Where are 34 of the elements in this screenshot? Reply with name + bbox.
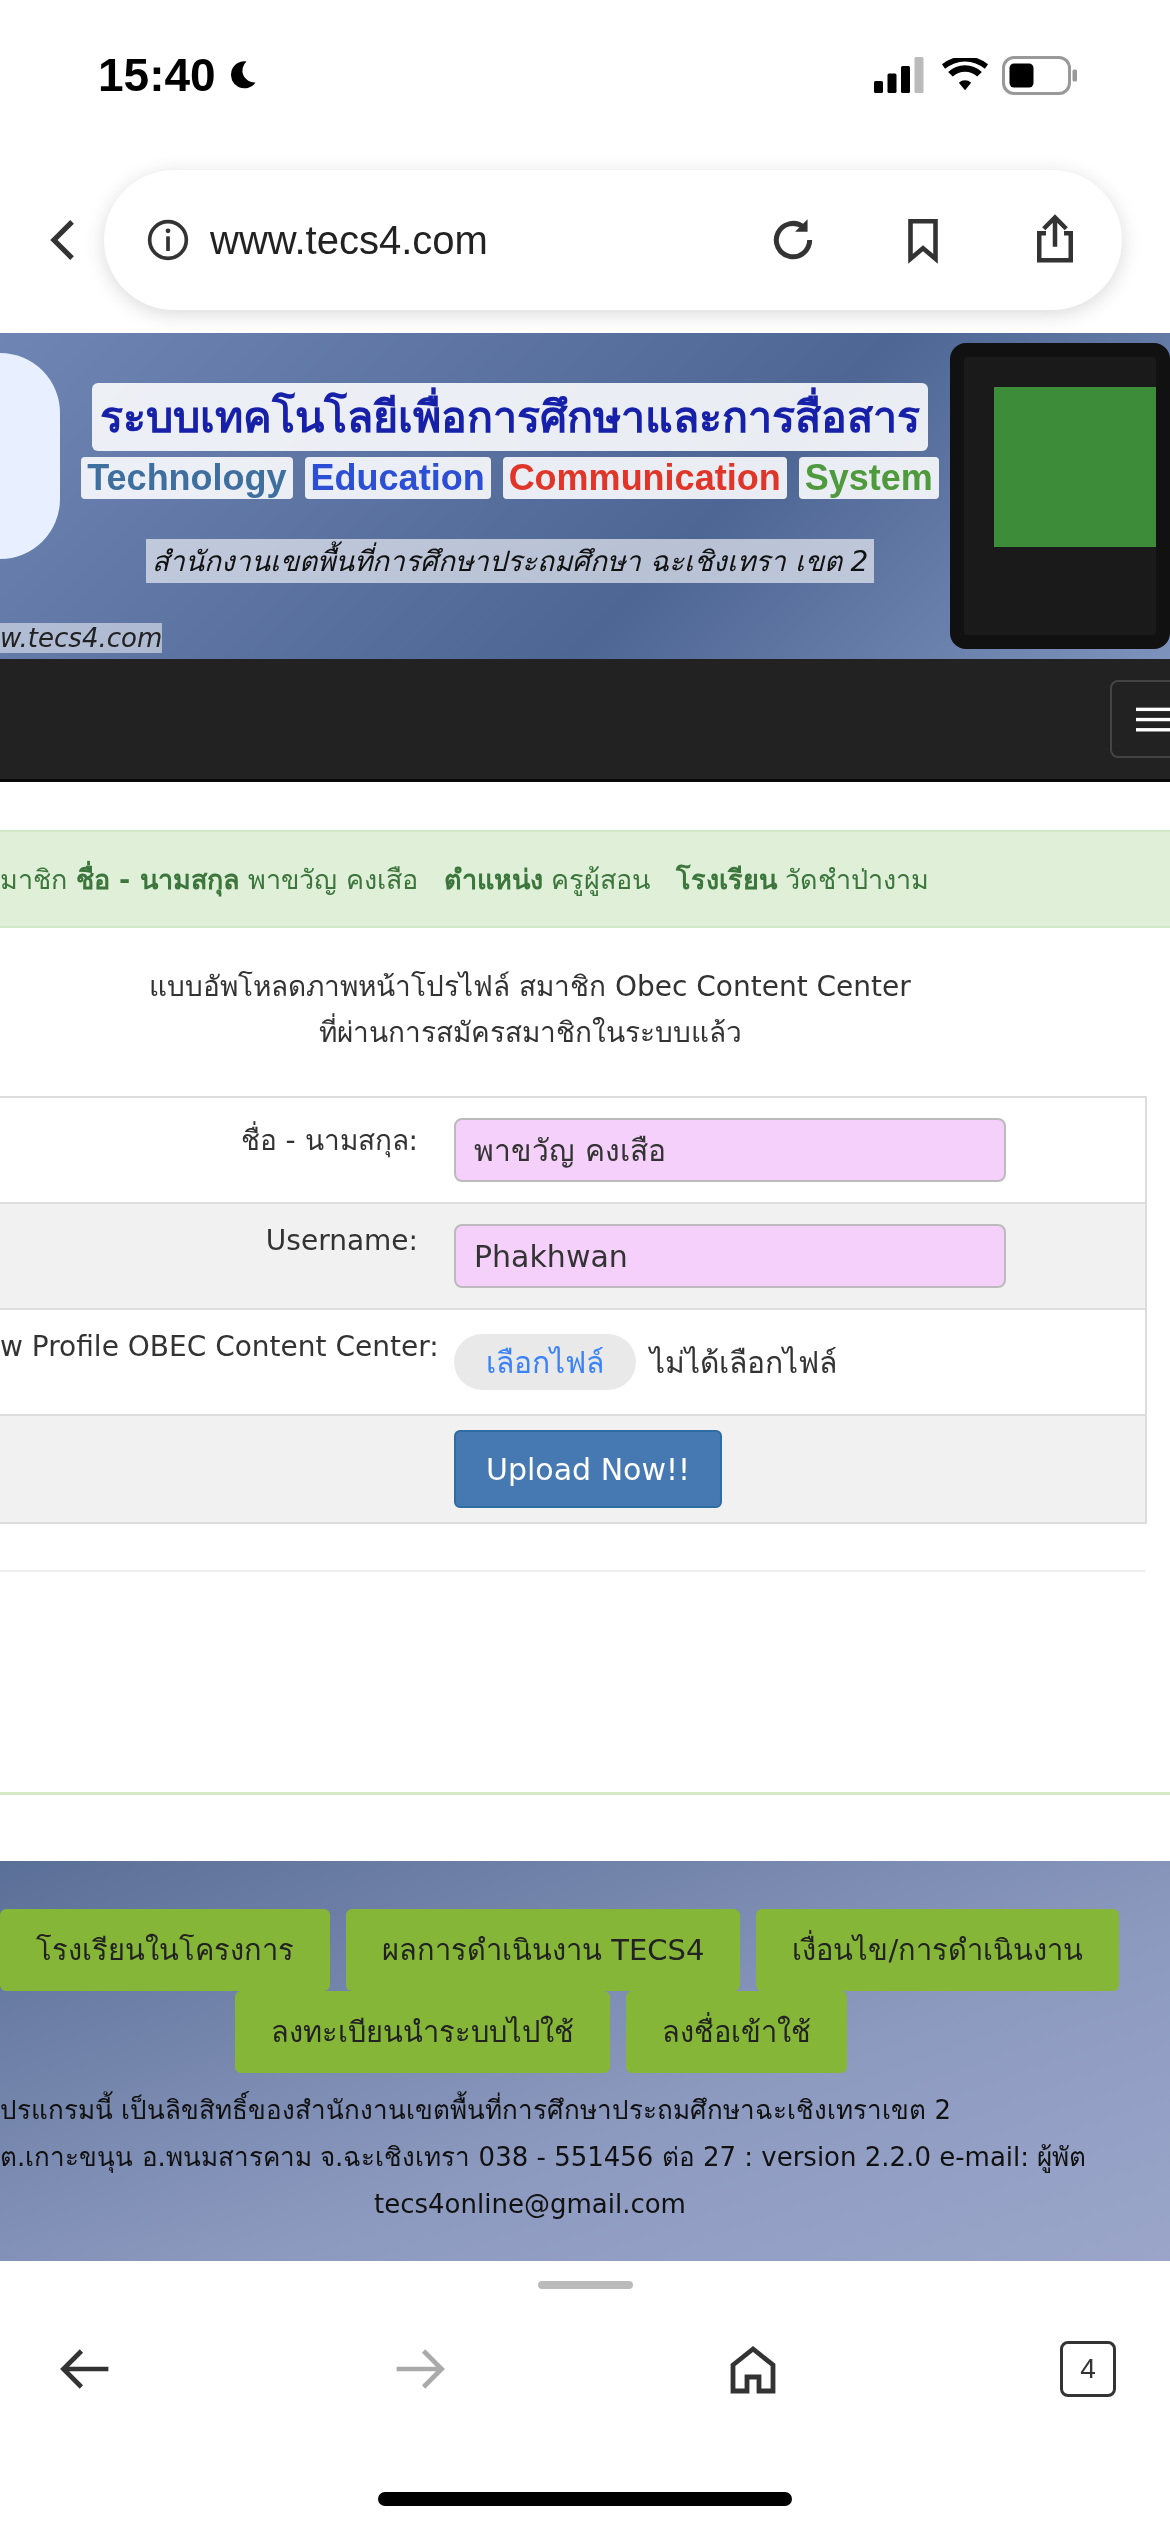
- upload-button[interactable]: Upload Now!!: [454, 1430, 723, 1508]
- status-time: 15:40: [98, 48, 216, 102]
- banner-subtitle-word: Technology: [81, 457, 293, 499]
- footer-link-button[interactable]: โรงเรียนในโครงการ: [0, 1909, 330, 1991]
- field-label: Username:: [265, 1224, 418, 1257]
- input-field[interactable]: พาขวัญ คงเสือ: [454, 1118, 1006, 1182]
- banner-subtitle-word: Communication: [502, 457, 787, 499]
- menu-button[interactable]: [1110, 680, 1170, 758]
- back-chevron-icon[interactable]: [50, 218, 76, 262]
- form-heading: ที่ผ่านการสมัครสมาชิกในระบบแล้ว: [318, 1010, 742, 1056]
- footer-text: tecs4online@gmail.com: [374, 2188, 686, 2221]
- form-heading: แบบอัพโหลดภาพหน้าโปรไฟล์ สมาชิก Obec Content Center: [149, 969, 911, 1005]
- url-text[interactable]: www.tecs4.com: [210, 217, 748, 263]
- member-info: มาชิก ชื่อ - นามสกุล พาขวัญ คงเสือ ตำแหน่ง ครูผู้สอน โรงเรียน วัดชำป่างาม: [0, 860, 930, 899]
- banner-site: w.tecs4.com: [0, 623, 163, 653]
- file-status: ไม่ได้เลือกไฟล์: [650, 1343, 837, 1382]
- tab-count-button[interactable]: 4: [1059, 2341, 1116, 2397]
- footer-text: ปรแกรมนี้ เป็นลิขสิทธิ์ของสำนักงานเขตพื้นที่การศึกษาประถมศึกษาฉะเชิงเทราเขต 2: [0, 2087, 952, 2134]
- footer-link-button[interactable]: เงื่อนไข/การดำเนินงาน: [756, 1909, 1120, 1991]
- footer-link-button[interactable]: ลงชื่อเข้าใช้: [626, 1991, 847, 2073]
- footer-link-button[interactable]: ผลการดำเนินงาน TECS4: [346, 1909, 741, 1991]
- battery-icon: [1002, 55, 1080, 95]
- address-bar[interactable]: www.tecs4.com: [104, 170, 1122, 310]
- footer-link-button[interactable]: ลงทะเบียนนำระบบไปใช้: [235, 1991, 610, 2073]
- wifi-icon: [942, 58, 988, 92]
- sheet-handle[interactable]: [537, 2281, 633, 2289]
- banner-subtitle-word: System: [798, 457, 939, 499]
- footer-text: ต.เกาะขนุน อ.พนมสารคาม จ.ฉะเชิงเทรา 038 - 551456 ต่อ 27 : version 2.2.0 e-mail: ผู้พัต: [0, 2141, 1087, 2175]
- banner-office: สำนักงานเขตพื้นที่การศึกษาประถมศึกษา ฉะเชิงเทรา เขต 2: [145, 539, 875, 583]
- input-field[interactable]: Phakhwan: [454, 1224, 1006, 1288]
- banner-title: ระบบเทคโนโลยีเพื่อการศึกษาและการสื่อสาร: [92, 383, 928, 451]
- info-icon[interactable]: [146, 218, 190, 262]
- field-label: w Profile OBEC Content Center:: [0, 1330, 439, 1363]
- banner-subtitle-word: Education: [304, 457, 491, 499]
